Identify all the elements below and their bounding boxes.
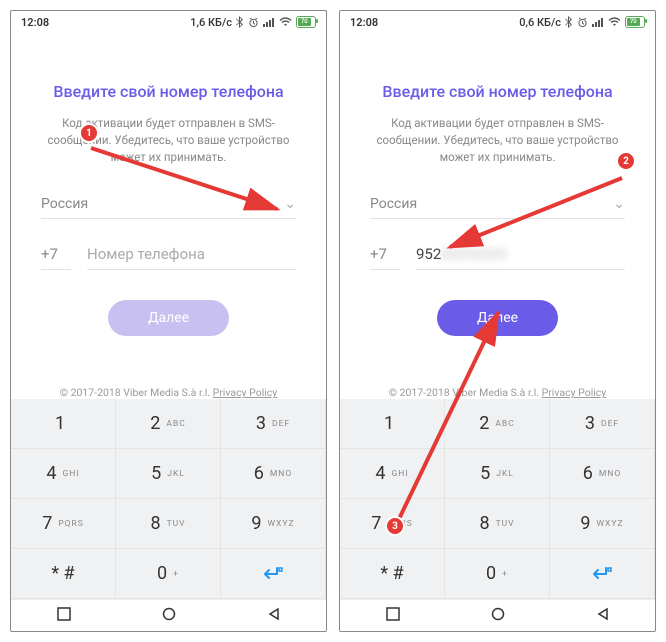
key-5[interactable]: 5JKL [445,449,550,499]
signal-icon [263,17,275,27]
annotation-badge-3: 3 [385,516,405,536]
privacy-link[interactable]: Privacy Policy [542,386,607,399]
key-8[interactable]: 8TUV [445,499,550,549]
key-enter[interactable] [550,549,655,599]
bluetooth-icon [565,16,573,28]
next-button[interactable]: Далее [108,300,229,336]
key-0[interactable]: 0+ [445,549,550,599]
phone-input[interactable]: 9520000000 [416,245,625,270]
country-selector[interactable]: Россия ⌄ [41,196,296,219]
numeric-keypad: 1 2ABC 3DEF 4GHI 5JKL 6MNO 7PQRS 8TUV 9W… [11,399,326,599]
alarm-icon [577,17,588,28]
country-value: Россия [41,196,88,212]
key-enter[interactable] [221,549,326,599]
nav-home-icon[interactable] [162,606,176,625]
key-9[interactable]: 9WXYZ [221,499,326,549]
chevron-down-icon: ⌄ [284,196,296,212]
annotation-badge-2: 2 [616,151,636,171]
privacy-link[interactable]: Privacy Policy [213,386,278,399]
page-title: Введите свой номер телефона [41,82,296,101]
page-subtitle: Код активации будет отправлен в SMS-сооб… [370,115,625,167]
alarm-icon [248,17,259,28]
status-right: 0,6 КБ/с 70 [519,16,645,29]
page-subtitle: Код активации будет отправлен в SMS-сооб… [41,115,296,167]
page-title: Введите свой номер телефона [370,82,625,101]
footer-text: © 2017-2018 Viber Media S.à r.l. Privacy… [41,386,296,399]
signal-icon [592,17,604,27]
wifi-icon [279,17,292,27]
key-0[interactable]: 0+ [116,549,221,599]
key-symbols[interactable]: * # [11,549,116,599]
wifi-icon [608,17,621,27]
battery-icon: 70 [625,16,645,28]
phone-screen-2: 12:08 0,6 КБ/с 70 Введите свой номер тел… [339,10,656,632]
nav-back-icon[interactable] [267,606,281,625]
battery-icon: 70 [296,16,316,28]
key-2[interactable]: 2ABC [116,399,221,449]
phone-prefix: +7 [41,245,71,270]
country-value: Россия [370,196,417,212]
data-rate: 1,6 КБ/с [190,16,232,29]
key-1[interactable]: 1 [11,399,116,449]
phone-masked: 0000000 [441,245,507,263]
chevron-down-icon: ⌄ [613,196,625,212]
status-bar: 12:08 1,6 КБ/с 70 [11,11,326,32]
nav-recent-icon[interactable] [57,606,71,625]
key-6[interactable]: 6MNO [221,449,326,499]
phone-value: 952 [416,245,441,263]
key-3[interactable]: 3DEF [221,399,326,449]
nav-recent-icon[interactable] [386,606,400,625]
nav-home-icon[interactable] [491,606,505,625]
key-symbols[interactable]: * # [340,549,445,599]
status-time: 12:08 [350,16,378,29]
key-3[interactable]: 3DEF [550,399,655,449]
numeric-keypad: 1 2ABC 3DEF 4GHI 5JKL 6MNO 7PQRS 8TUV 9W… [340,399,655,599]
annotation-badge-1: 1 [79,123,99,143]
android-navbar [340,599,655,631]
nav-back-icon[interactable] [596,606,610,625]
data-rate: 0,6 КБ/с [519,16,561,29]
key-6[interactable]: 6MNO [550,449,655,499]
status-time: 12:08 [21,16,49,29]
key-7[interactable]: 7PQRS [11,499,116,549]
status-bar: 12:08 0,6 КБ/с 70 [340,11,655,32]
phone-placeholder: Номер телефона [87,245,205,263]
key-1[interactable]: 1 [340,399,445,449]
key-5[interactable]: 5JKL [116,449,221,499]
phone-prefix: +7 [370,245,400,270]
next-button[interactable]: Далее [437,300,558,336]
key-2[interactable]: 2ABC [445,399,550,449]
key-4[interactable]: 4GHI [340,449,445,499]
status-right: 1,6 КБ/с 70 [190,16,316,29]
key-9[interactable]: 9WXYZ [550,499,655,549]
phone-input[interactable]: Номер телефона [87,245,296,270]
country-selector[interactable]: Россия ⌄ [370,196,625,219]
bluetooth-icon [236,16,244,28]
android-navbar [11,599,326,631]
footer-text: © 2017-2018 Viber Media S.à r.l. Privacy… [370,386,625,399]
key-4[interactable]: 4GHI [11,449,116,499]
key-8[interactable]: 8TUV [116,499,221,549]
phone-screen-1: 12:08 1,6 КБ/с 70 Введите свой номер тел… [10,10,327,632]
